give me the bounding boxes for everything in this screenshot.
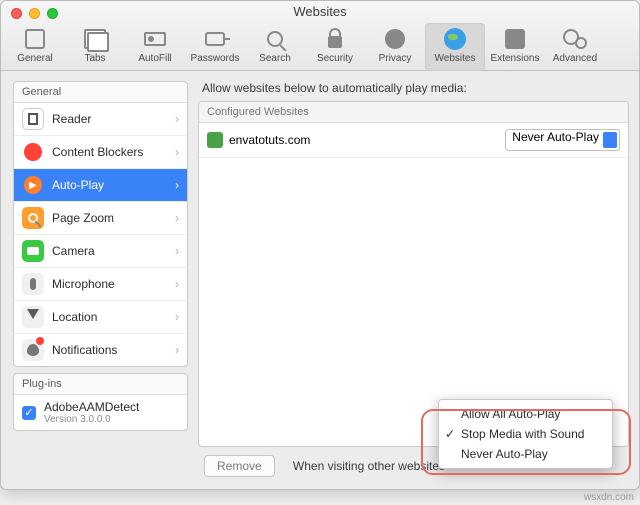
toolbar-advanced[interactable]: Advanced <box>545 23 605 71</box>
zoom-icon <box>28 213 38 223</box>
reader-icon <box>28 113 38 125</box>
sidebar-plugins-head: Plug-ins <box>14 374 187 395</box>
lock-icon <box>328 36 342 48</box>
sidebar-item-camera[interactable]: Camera› <box>14 235 187 268</box>
sidebar-item-notifications[interactable]: Notifications› <box>14 334 187 366</box>
toolbar-general[interactable]: General <box>5 23 65 71</box>
chevron-right-icon: › <box>175 211 179 225</box>
remove-button[interactable]: Remove <box>204 455 275 477</box>
sidebar-item-location[interactable]: Location› <box>14 301 187 334</box>
sidebar-plugin-item[interactable]: ✓ AdobeAAMDetectVersion 3.0.0.0 <box>14 395 187 430</box>
tabs-icon <box>84 29 106 49</box>
play-icon: ▶ <box>24 176 42 194</box>
close-icon[interactable] <box>11 8 22 19</box>
blocker-icon <box>24 143 42 161</box>
toolbar-autofill[interactable]: AutoFill <box>125 23 185 71</box>
toolbar-security[interactable]: Security <box>305 23 365 71</box>
toolbar-extensions[interactable]: Extensions <box>485 23 545 71</box>
row-setting-select[interactable]: Never Auto-Play <box>505 129 620 151</box>
toolbar-tabs[interactable]: Tabs <box>65 23 125 71</box>
sidebar-item-auto-play[interactable]: ▶Auto-Play› <box>14 169 187 202</box>
switch-icon <box>25 29 45 49</box>
sidebar-general-head: General <box>14 82 187 103</box>
other-websites-menu[interactable]: Allow All Auto-Play Stop Media with Soun… <box>438 399 613 469</box>
checkbox-icon[interactable]: ✓ <box>22 406 36 420</box>
badge-icon <box>36 337 44 345</box>
location-icon <box>27 309 39 325</box>
chevron-right-icon: › <box>175 145 179 159</box>
toolbar-search[interactable]: Search <box>245 23 305 71</box>
site-favicon-icon <box>207 132 223 148</box>
menu-option[interactable]: Allow All Auto-Play <box>439 404 612 424</box>
sidebar-item-content-blockers[interactable]: Content Blockers› <box>14 136 187 169</box>
titlebar: Websites General Tabs AutoFill Passwords… <box>1 1 639 71</box>
watermark: wsxdn.com <box>584 492 634 503</box>
chevron-right-icon: › <box>175 277 179 291</box>
chevron-right-icon: › <box>175 343 179 357</box>
toolbar-passwords[interactable]: Passwords <box>185 23 245 71</box>
toolbar-websites[interactable]: Websites <box>425 23 485 71</box>
panel-head: Configured Websites <box>199 102 628 123</box>
table-row[interactable]: envatotuts.com Never Auto-Play <box>199 123 628 158</box>
plugin-version: Version 3.0.0.0 <box>44 414 139 425</box>
configured-panel: Configured Websites envatotuts.com Never… <box>198 101 629 447</box>
site-name: envatotuts.com <box>229 133 310 147</box>
menu-option[interactable]: Never Auto-Play <box>439 444 612 464</box>
microphone-icon <box>30 278 36 290</box>
window-title: Websites <box>1 1 639 23</box>
card-icon <box>144 32 166 46</box>
bell-icon <box>27 344 39 356</box>
chevron-right-icon: › <box>175 244 179 258</box>
minimize-icon[interactable] <box>29 8 40 19</box>
sidebar: General Reader› Content Blockers› ▶Auto-… <box>13 81 188 477</box>
chevron-right-icon: › <box>175 310 179 324</box>
chevron-right-icon: › <box>175 112 179 126</box>
other-websites-label: When visiting other websites <box>293 459 445 473</box>
traffic-lights <box>11 8 58 19</box>
instruction-text: Allow websites below to automatically pl… <box>198 81 629 101</box>
sidebar-item-reader[interactable]: Reader› <box>14 103 187 136</box>
sidebar-item-page-zoom[interactable]: Page Zoom› <box>14 202 187 235</box>
menu-option[interactable]: Stop Media with Sound <box>439 424 612 444</box>
maximize-icon[interactable] <box>47 8 58 19</box>
toolbar-privacy[interactable]: Privacy <box>365 23 425 71</box>
search-icon <box>267 31 283 47</box>
hand-icon <box>385 29 405 49</box>
sidebar-general-group: General Reader› Content Blockers› ▶Auto-… <box>13 81 188 367</box>
chevron-right-icon: › <box>175 178 179 192</box>
key-icon <box>205 32 225 46</box>
camera-icon <box>27 247 39 255</box>
sidebar-item-microphone[interactable]: Microphone› <box>14 268 187 301</box>
globe-icon <box>444 28 466 50</box>
preferences-window: Websites General Tabs AutoFill Passwords… <box>0 0 640 490</box>
gears-icon <box>563 29 587 49</box>
sidebar-plugins-group: Plug-ins ✓ AdobeAAMDetectVersion 3.0.0.0 <box>13 373 188 431</box>
puzzle-icon <box>505 29 525 49</box>
toolbar: General Tabs AutoFill Passwords Search S… <box>1 23 639 71</box>
